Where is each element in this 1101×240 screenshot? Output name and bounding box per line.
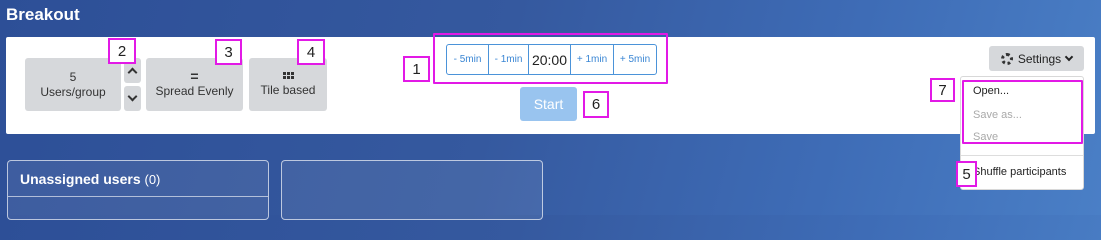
callout-6: 6 xyxy=(583,91,609,118)
chevron-up-icon xyxy=(127,67,138,78)
plus-5min-button[interactable]: + 5min xyxy=(614,45,656,74)
spread-evenly-button[interactable]: = Spread Evenly xyxy=(146,58,243,111)
callout-5: 5 xyxy=(956,161,977,187)
settings-label: Settings xyxy=(1017,51,1062,66)
callout-3: 3 xyxy=(215,39,242,65)
menu-item-shuffle-participants[interactable]: Shuffle participants xyxy=(973,166,1066,178)
spread-evenly-label: Spread Evenly xyxy=(155,84,234,98)
equals-icon: = xyxy=(190,68,199,84)
app-title: Breakout xyxy=(6,5,80,24)
callout-7: 7 xyxy=(930,78,955,102)
unassigned-users-card: Unassigned users (0) xyxy=(7,160,269,220)
settings-button[interactable]: Settings xyxy=(989,46,1084,71)
callout-1: 1 xyxy=(403,56,430,82)
unassigned-users-label: Unassigned users xyxy=(20,171,141,187)
menu-divider xyxy=(961,155,1083,156)
chevron-down-icon xyxy=(1064,52,1074,62)
minus-5min-button[interactable]: - 5min xyxy=(447,45,489,74)
breakout-room-card xyxy=(281,160,543,220)
unassigned-users-title: Unassigned users (0) xyxy=(20,171,160,187)
tile-based-label: Tile based xyxy=(260,82,316,97)
users-per-group-value: 5 xyxy=(69,69,77,84)
decrease-users-button[interactable] xyxy=(124,86,141,111)
callout-2: 2 xyxy=(108,38,136,64)
users-per-group-label: Users/group xyxy=(40,84,106,99)
card-divider xyxy=(8,196,268,197)
menu-highlight xyxy=(962,80,1083,144)
timer-control: - 5min - 1min 20:00 + 1min + 5min xyxy=(446,44,657,75)
plus-1min-button[interactable]: + 1min xyxy=(571,45,614,74)
grid-icon xyxy=(282,71,294,79)
chevron-down-icon xyxy=(127,91,138,102)
unassigned-users-count: (0) xyxy=(144,172,161,187)
tile-based-button[interactable]: Tile based xyxy=(249,58,327,111)
users-per-group-control[interactable]: 5 Users/group xyxy=(25,58,121,111)
callout-4: 4 xyxy=(297,39,325,65)
gear-icon xyxy=(1000,52,1013,65)
start-button[interactable]: Start xyxy=(520,87,577,121)
timer-value: 20:00 xyxy=(529,45,571,74)
minus-1min-button[interactable]: - 1min xyxy=(489,45,529,74)
